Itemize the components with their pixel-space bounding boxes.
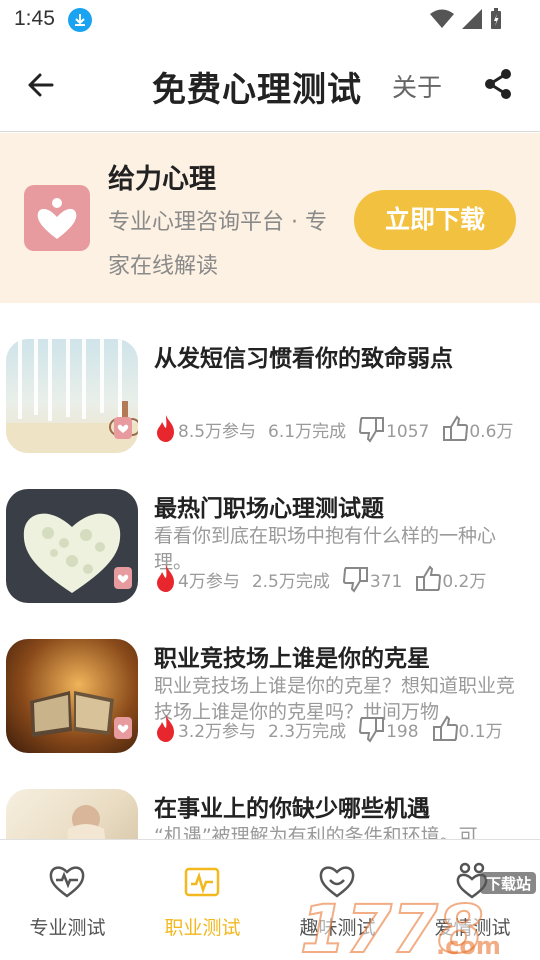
share-icon [485, 69, 511, 99]
thumbs-up-icon[interactable] [431, 715, 459, 743]
page-title: 免费心理测试 [152, 70, 362, 110]
back-arrow-icon [28, 73, 54, 97]
download-notification-icon [68, 8, 92, 32]
tab-professional-test[interactable]: 专业测试 [0, 840, 135, 960]
test-title: 职业竞技场上谁是你的克星 [154, 646, 430, 672]
list-item[interactable]: 最热门职场心理测试题 看看你到底在职场中抱有什么样的一种心理。 4万参与 2.5万… [0, 453, 540, 603]
thumbs-up-icon[interactable] [441, 415, 469, 443]
test-thumbnail [6, 489, 138, 603]
couple-heart-icon [456, 862, 488, 899]
thumbs-down-icon[interactable] [358, 415, 386, 443]
app-name: 给力心理 [108, 164, 216, 195]
thumbs-down-icon[interactable] [342, 565, 370, 593]
title-bar: 免费心理测试 关于 [0, 40, 540, 132]
test-description: “机遇”被理解为有利的条件和环境。可 [154, 825, 478, 839]
badge-icon [114, 717, 132, 739]
app-description: 专业心理咨询平台 · 专家在线解读 [108, 210, 327, 279]
tab-label: 专业测试 [29, 917, 106, 939]
heart-smile-icon [319, 866, 355, 898]
like-count: 0.6万 [469, 422, 514, 442]
dislike-count: 1057 [386, 422, 430, 442]
share-button[interactable] [480, 66, 516, 102]
tab-label: 职业测试 [164, 917, 241, 939]
test-thumbnail [6, 339, 138, 453]
heart-person-icon [37, 198, 77, 239]
app-logo [24, 185, 90, 251]
tab-label: 趣味测试 [299, 917, 376, 939]
tab-label: 爱情测试 [434, 917, 511, 939]
wifi-icon [430, 9, 454, 28]
thumbs-up-icon[interactable] [414, 565, 442, 593]
participants-count: 3.2万参与 [178, 722, 257, 742]
signal-icon [462, 9, 482, 29]
test-title: 从发短信习惯看你的致命弱点 [154, 346, 453, 372]
test-thumbnail [6, 789, 138, 839]
fire-icon [157, 415, 174, 442]
test-title: 最热门职场心理测试题 [154, 496, 384, 522]
completed-count: 2.3万完成 [268, 722, 347, 742]
about-button[interactable]: 关于 [392, 68, 442, 104]
tab-love-test[interactable]: 爱情测试 [405, 840, 540, 960]
test-stats: 3.2万参与 2.3万完成 198 0.1万 [154, 715, 524, 743]
dislike-count: 198 [386, 722, 419, 742]
test-stats: 4万参与 2.5万完成 371 0.2万 [154, 565, 524, 593]
completed-count: 6.1万完成 [268, 422, 347, 442]
heart-pulse-icon [49, 866, 85, 898]
list-item[interactable]: 职业竞技场上谁是你的克星 职业竞技场上谁是你的克星？想知道职业竞技场上谁是你的克… [0, 603, 540, 753]
test-stats: 8.5万参与 6.1万完成 1057 0.6万 [154, 415, 524, 443]
thumbs-down-icon[interactable] [358, 715, 386, 743]
list-item[interactable]: 从发短信习惯看你的致命弱点 8.5万参与 6.1万完成 1057 0.6万 [0, 303, 540, 453]
list-item[interactable]: 在事业上的你缺少哪些机遇 “机遇”被理解为有利的条件和环境。可 [0, 753, 540, 839]
download-button[interactable]: 立即下载 [354, 190, 516, 250]
participants-count: 8.5万参与 [178, 422, 257, 442]
status-bar: 1:45 [0, 0, 540, 40]
participants-count: 4万参与 [178, 572, 240, 592]
test-list[interactable]: 从发短信习惯看你的致命弱点 8.5万参与 6.1万完成 1057 0.6万 最热门职场… [0, 303, 540, 839]
badge-icon [114, 567, 132, 589]
app-promo-banner: 给力心理 专业心理咨询平台 · 专家在线解读 立即下载 [0, 133, 540, 303]
test-thumbnail [6, 639, 138, 753]
battery-icon [491, 8, 501, 29]
dislike-count: 371 [369, 572, 403, 592]
bottom-navigation: 专业测试 职业测试 趣味测试 爱情测试 [0, 839, 540, 960]
fire-icon [157, 715, 174, 742]
test-title: 在事业上的你缺少哪些机遇 [154, 796, 430, 822]
tab-fun-test[interactable]: 趣味测试 [270, 840, 405, 960]
status-time: 1:45 [14, 7, 55, 30]
like-count: 0.1万 [458, 722, 503, 742]
briefcase-chart-icon [184, 867, 220, 897]
back-button[interactable] [22, 68, 62, 102]
completed-count: 2.5万完成 [251, 572, 330, 592]
girl-illustration [67, 805, 106, 839]
tab-career-test[interactable]: 职业测试 [135, 840, 270, 960]
badge-icon [114, 417, 132, 439]
fire-icon [157, 565, 174, 592]
like-count: 0.2万 [442, 572, 487, 592]
